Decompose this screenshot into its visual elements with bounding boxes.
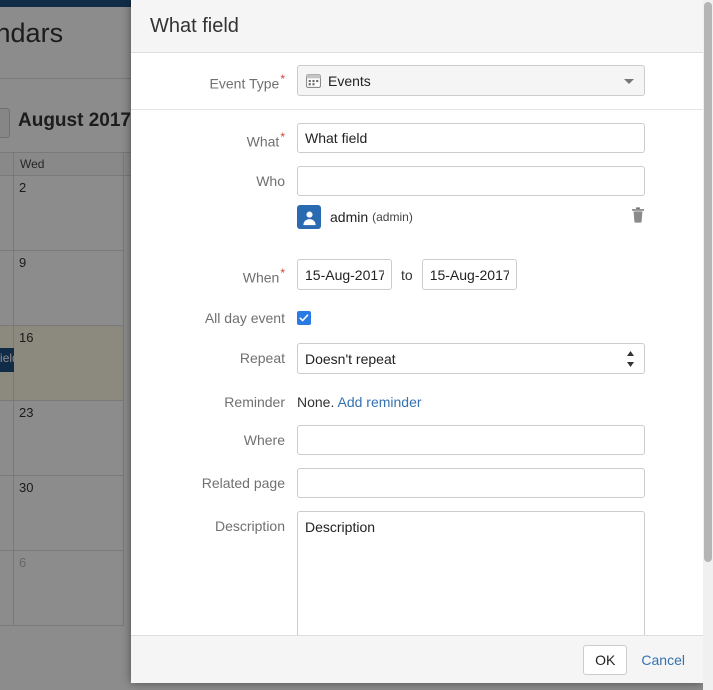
scrollbar-thumb[interactable] <box>704 2 712 562</box>
required-asterisk: * <box>280 266 285 280</box>
who-label: Who <box>256 173 285 189</box>
dialog-footer: OK Cancel <box>131 635 703 683</box>
reminder-status: None. <box>297 394 335 410</box>
field-row-related-page: Related page <box>131 468 703 498</box>
screen: Calendars August 2017 Tue Wed 1 2 8 <box>0 0 713 690</box>
where-input[interactable] <box>297 425 645 455</box>
repeat-select[interactable]: Doesn't repeat <box>297 343 645 374</box>
reminder-label: Reminder <box>224 394 285 410</box>
attendee-row: admin (admin) <box>297 205 645 229</box>
event-type-select[interactable]: Events <box>297 65 645 96</box>
attendee-name: admin <box>330 209 369 225</box>
when-label: When* <box>242 266 285 286</box>
when-separator-label: to <box>401 266 413 283</box>
what-input[interactable] <box>297 123 645 153</box>
description-textarea[interactable]: Description <box>297 511 645 635</box>
ok-button[interactable]: OK <box>583 644 628 675</box>
user-avatar-icon <box>297 205 321 229</box>
field-row-all-day: All day event <box>131 303 703 328</box>
field-row-where: Where <box>131 425 703 455</box>
attendee-username: (admin) <box>372 210 413 224</box>
where-label: Where <box>243 432 285 448</box>
calendar-icon <box>306 73 321 88</box>
all-day-event-label: All day event <box>204 310 285 326</box>
who-input[interactable] <box>297 166 645 196</box>
field-row-reminder: Reminder None. Add reminder <box>131 387 703 410</box>
dialog-body: Event Type* Events What* What field Who … <box>131 53 703 635</box>
repeat-label: Repeat <box>239 350 285 366</box>
when-end-date-input[interactable] <box>421 259 517 290</box>
dialog-title: What field <box>150 14 239 37</box>
trash-icon[interactable] <box>631 206 645 228</box>
cancel-button[interactable]: Cancel <box>641 652 685 668</box>
field-row-who: Who admin (admin) <box>131 166 703 229</box>
field-row-event-type: Event Type* Events <box>131 65 703 96</box>
page-scrollbar[interactable] <box>703 0 713 690</box>
what-label: What* <box>246 130 285 150</box>
dialog-header: What field <box>131 0 703 53</box>
field-row-description: Description Description <box>131 511 703 635</box>
event-type-label: Event Type* <box>209 72 285 92</box>
when-start-date-input[interactable] <box>297 259 392 290</box>
related-page-input[interactable] <box>297 468 645 498</box>
event-dialog: What field Event Type* Events What* What… <box>131 0 703 683</box>
add-reminder-link[interactable]: Add reminder <box>337 394 421 410</box>
field-row-when: When* to <box>131 259 703 290</box>
required-asterisk: * <box>280 72 285 86</box>
field-row-what: What* <box>131 123 703 153</box>
description-label: Description <box>214 518 285 534</box>
chevron-down-icon <box>624 79 634 84</box>
field-row-repeat: Repeat Doesn't repeat <box>131 343 703 374</box>
repeat-value: Doesn't repeat <box>305 350 396 367</box>
all-day-event-checkbox[interactable] <box>297 311 311 325</box>
section-divider <box>131 109 703 110</box>
required-asterisk: * <box>280 130 285 144</box>
up-down-arrows-icon <box>626 350 635 371</box>
related-page-label: Related page <box>201 475 285 491</box>
event-type-value: Events <box>328 72 371 89</box>
